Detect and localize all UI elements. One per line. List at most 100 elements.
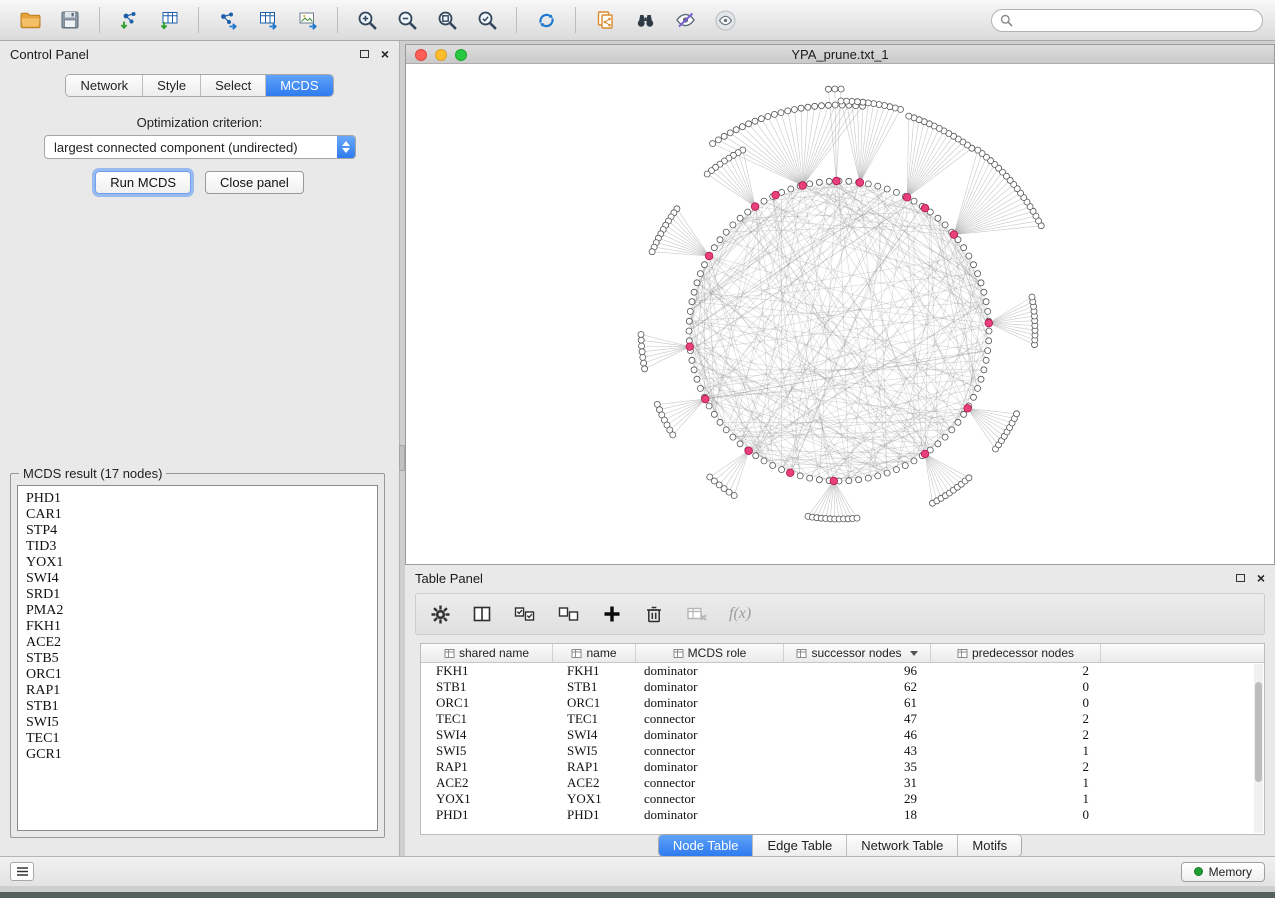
table-cell[interactable]: YOX1 bbox=[421, 791, 553, 807]
table-row[interactable]: FKH1FKH1dominator962 bbox=[421, 663, 1264, 679]
table-cell[interactable]: YOX1 bbox=[553, 791, 636, 807]
table-cell[interactable]: SWI4 bbox=[421, 727, 553, 743]
mcds-result-item[interactable]: TEC1 bbox=[26, 731, 369, 747]
network-titlebar[interactable]: YPA_prune.txt_1 bbox=[406, 45, 1274, 64]
table-cell[interactable]: 1 bbox=[931, 743, 1101, 759]
table-row[interactable]: SWI5SWI5connector431 bbox=[421, 743, 1264, 759]
mcds-result-item[interactable]: SWI4 bbox=[26, 571, 369, 587]
table-row[interactable]: RAP1RAP1dominator352 bbox=[421, 759, 1264, 775]
table-cell[interactable]: connector bbox=[636, 711, 784, 727]
minimize-window-icon[interactable] bbox=[435, 49, 447, 61]
table-row[interactable]: SWI4SWI4dominator462 bbox=[421, 727, 1264, 743]
table-row[interactable]: ACE2ACE2connector311 bbox=[421, 775, 1264, 791]
table-cell[interactable]: ORC1 bbox=[421, 695, 553, 711]
table-row[interactable]: STB1STB1dominator620 bbox=[421, 679, 1264, 695]
table-cell[interactable]: 1 bbox=[931, 775, 1101, 791]
table-cell[interactable]: 31 bbox=[784, 775, 931, 791]
table-cell[interactable]: connector bbox=[636, 743, 784, 759]
save-icon[interactable] bbox=[52, 4, 88, 36]
mcds-result-item[interactable]: PMA2 bbox=[26, 603, 369, 619]
menu-list-icon[interactable] bbox=[10, 862, 34, 881]
mcds-result-item[interactable]: ACE2 bbox=[26, 635, 369, 651]
hide-glasses-icon[interactable] bbox=[667, 4, 703, 36]
table-cell[interactable]: connector bbox=[636, 775, 784, 791]
table-cell[interactable]: dominator bbox=[636, 727, 784, 743]
table-cell[interactable]: 0 bbox=[931, 807, 1101, 823]
select-all-icon[interactable] bbox=[513, 603, 537, 625]
table-cell[interactable]: dominator bbox=[636, 679, 784, 695]
table-cell[interactable]: SWI4 bbox=[553, 727, 636, 743]
table-cell[interactable]: 96 bbox=[784, 663, 931, 679]
table-cell[interactable]: 0 bbox=[931, 695, 1101, 711]
mcds-result-item[interactable]: SWI5 bbox=[26, 715, 369, 731]
binoculars-icon[interactable] bbox=[627, 4, 663, 36]
table-cell[interactable]: dominator bbox=[636, 807, 784, 823]
mcds-result-item[interactable]: SRD1 bbox=[26, 587, 369, 603]
table-cell[interactable]: 62 bbox=[784, 679, 931, 695]
zoom-selected-icon[interactable] bbox=[469, 4, 505, 36]
eye-icon[interactable] bbox=[707, 4, 743, 36]
table-row[interactable]: PHD1PHD1dominator180 bbox=[421, 807, 1264, 823]
network-canvas[interactable] bbox=[406, 64, 1274, 564]
table-cell[interactable]: ACE2 bbox=[421, 775, 553, 791]
table-scrollbar[interactable] bbox=[1254, 664, 1263, 833]
maximize-window-icon[interactable] bbox=[455, 49, 467, 61]
mcds-result-item[interactable]: STB5 bbox=[26, 651, 369, 667]
table-cell[interactable]: dominator bbox=[636, 695, 784, 711]
column-header-shared-name[interactable]: shared name bbox=[421, 644, 553, 662]
table-cell[interactable]: 2 bbox=[931, 711, 1101, 727]
tab-edge-table[interactable]: Edge Table bbox=[753, 835, 847, 856]
copy-document-icon[interactable] bbox=[587, 4, 623, 36]
table-cell[interactable]: PHD1 bbox=[421, 807, 553, 823]
table-cell[interactable]: ORC1 bbox=[553, 695, 636, 711]
delete-table-icon[interactable] bbox=[685, 603, 709, 625]
table-cell[interactable]: 2 bbox=[931, 663, 1101, 679]
table-cell[interactable]: 29 bbox=[784, 791, 931, 807]
table-cell[interactable]: STB1 bbox=[553, 679, 636, 695]
mcds-result-item[interactable]: STP4 bbox=[26, 523, 369, 539]
table-cell[interactable]: dominator bbox=[636, 759, 784, 775]
table-cell[interactable]: PHD1 bbox=[553, 807, 636, 823]
export-image-icon[interactable] bbox=[290, 4, 326, 36]
table-cell[interactable]: SWI5 bbox=[553, 743, 636, 759]
table-cell[interactable]: FKH1 bbox=[421, 663, 553, 679]
tab-select[interactable]: Select bbox=[201, 75, 266, 96]
tab-node-table[interactable]: Node Table bbox=[659, 835, 754, 856]
add-column-icon[interactable] bbox=[601, 603, 623, 625]
mcds-result-item[interactable]: CAR1 bbox=[26, 507, 369, 523]
table-cell[interactable]: 2 bbox=[931, 759, 1101, 775]
run-mcds-button[interactable]: Run MCDS bbox=[95, 171, 191, 194]
refresh-icon[interactable] bbox=[528, 4, 564, 36]
mcds-result-item[interactable]: STB1 bbox=[26, 699, 369, 715]
import-table-icon[interactable] bbox=[151, 4, 187, 36]
tab-network-table[interactable]: Network Table bbox=[847, 835, 958, 856]
mcds-result-item[interactable]: YOX1 bbox=[26, 555, 369, 571]
import-network-icon[interactable] bbox=[111, 4, 147, 36]
table-row[interactable]: ORC1ORC1dominator610 bbox=[421, 695, 1264, 711]
export-network-icon[interactable] bbox=[210, 4, 246, 36]
column-chooser-icon[interactable] bbox=[471, 603, 493, 625]
delete-column-icon[interactable] bbox=[643, 603, 665, 625]
table-cell[interactable]: 35 bbox=[784, 759, 931, 775]
table-cell[interactable]: TEC1 bbox=[421, 711, 553, 727]
column-header-successor-nodes[interactable]: successor nodes bbox=[784, 644, 931, 662]
zoom-fit-icon[interactable] bbox=[429, 4, 465, 36]
mcds-result-item[interactable]: RAP1 bbox=[26, 683, 369, 699]
table-cell[interactable]: 2 bbox=[931, 727, 1101, 743]
table-row[interactable]: YOX1YOX1connector291 bbox=[421, 791, 1264, 807]
zoom-out-icon[interactable] bbox=[389, 4, 425, 36]
column-header-name[interactable]: name bbox=[553, 644, 636, 662]
table-cell[interactable]: 46 bbox=[784, 727, 931, 743]
table-cell[interactable]: dominator bbox=[636, 663, 784, 679]
table-cell[interactable]: STB1 bbox=[421, 679, 553, 695]
criterion-dropdown[interactable]: largest connected component (undirected) bbox=[44, 135, 356, 159]
float-window-icon[interactable] bbox=[360, 50, 369, 58]
table-cell[interactable]: ACE2 bbox=[553, 775, 636, 791]
search-box[interactable] bbox=[991, 9, 1263, 32]
table-row[interactable]: TEC1TEC1connector472 bbox=[421, 711, 1264, 727]
table-cell[interactable]: TEC1 bbox=[553, 711, 636, 727]
mcds-result-list[interactable]: PHD1CAR1STP4TID3YOX1SWI4SRD1PMA2FKH1ACE2… bbox=[17, 485, 378, 831]
table-cell[interactable]: 1 bbox=[931, 791, 1101, 807]
table-cell[interactable]: 43 bbox=[784, 743, 931, 759]
table-cell[interactable]: 18 bbox=[784, 807, 931, 823]
